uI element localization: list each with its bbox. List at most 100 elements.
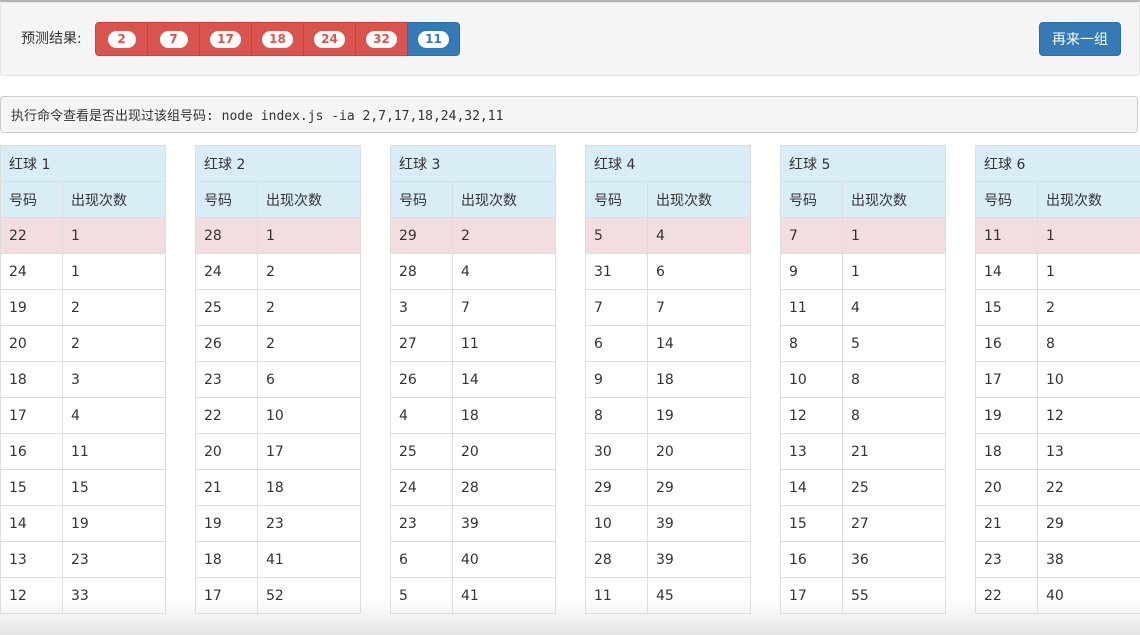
column-header-count: 出现次数 — [646, 181, 752, 218]
table-row: 12 33 — [0, 577, 167, 614]
red-ball-button[interactable]: 32 — [355, 22, 408, 56]
count-cell: 6 — [256, 361, 362, 398]
number-cell: 23 — [390, 505, 453, 542]
table-row: 24 28 — [390, 469, 557, 506]
table-row: 18 13 — [975, 433, 1140, 470]
table-row: 18 3 — [0, 361, 167, 398]
number-cell: 11 — [780, 289, 843, 326]
table-row: 8 19 — [585, 397, 752, 434]
number-cell: 10 — [780, 361, 843, 398]
count-cell: 36 — [841, 541, 947, 578]
count-cell: 39 — [451, 505, 557, 542]
number-cell: 28 — [390, 253, 453, 290]
number-cell: 13 — [0, 541, 63, 578]
table-header-row: 号码 出现次数 — [195, 181, 362, 218]
count-cell: 33 — [61, 577, 167, 614]
red-ball-button[interactable]: 2 — [95, 22, 148, 56]
number-cell: 16 — [0, 433, 63, 470]
number-cell: 24 — [195, 253, 258, 290]
number-cell: 20 — [975, 469, 1038, 506]
number-cell: 5 — [390, 577, 453, 614]
number-cell: 22 — [0, 217, 63, 254]
table-row: 15 27 — [780, 505, 947, 542]
number-cell: 21 — [195, 469, 258, 506]
table-header-row: 号码 出现次数 — [975, 181, 1140, 218]
table-title: 红球 5 — [779, 145, 947, 182]
number-cell: 21 — [975, 505, 1038, 542]
table-row: 11 4 — [780, 289, 947, 326]
count-cell: 2 — [61, 289, 167, 326]
ball-number: 2 — [107, 30, 136, 48]
table-header-row: 号码 出现次数 — [780, 181, 947, 218]
red-ball-table: 红球 4 号码 出现次数 5 4 31 6 7 7 6 14 9 18 8 19 30 20 29 29 10 39 28… — [584, 145, 752, 614]
number-cell: 27 — [390, 325, 453, 362]
number-cell: 16 — [780, 541, 843, 578]
count-cell: 28 — [451, 469, 557, 506]
red-ball-button[interactable]: 18 — [251, 22, 304, 56]
count-cell: 4 — [61, 397, 167, 434]
red-ball-button[interactable]: 17 — [199, 22, 252, 56]
ball-number: 24 — [314, 30, 345, 48]
count-cell: 20 — [646, 433, 752, 470]
table-row: 17 52 — [195, 577, 362, 614]
count-cell: 8 — [1036, 325, 1140, 362]
number-cell: 16 — [975, 325, 1038, 362]
table-row: 15 2 — [975, 289, 1140, 326]
table-row: 17 55 — [780, 577, 947, 614]
number-cell: 25 — [390, 433, 453, 470]
number-cell: 15 — [0, 469, 63, 506]
count-cell: 2 — [61, 325, 167, 362]
number-cell: 29 — [585, 469, 648, 506]
prediction-label: 预测结果: — [21, 31, 82, 47]
table-row: 14 1 — [975, 253, 1140, 290]
red-ball-button[interactable]: 7 — [147, 22, 200, 56]
count-cell: 17 — [256, 433, 362, 470]
number-cell: 6 — [585, 325, 648, 362]
count-cell: 5 — [841, 325, 947, 362]
column-header-number: 号码 — [585, 181, 648, 218]
column-header-number: 号码 — [975, 181, 1038, 218]
table-row: 25 20 — [390, 433, 557, 470]
column-header-number: 号码 — [195, 181, 258, 218]
number-cell: 14 — [0, 505, 63, 542]
table-title-row: 红球 3 — [389, 145, 557, 182]
table-row: 29 29 — [585, 469, 752, 506]
command-text: 执行命令查看是否出现过该组号码: node index.js -ia 2,7,1… — [11, 109, 504, 124]
blue-ball-button[interactable]: 11 — [407, 22, 460, 56]
count-cell: 27 — [841, 505, 947, 542]
count-cell: 45 — [646, 577, 752, 614]
count-cell: 29 — [1036, 505, 1140, 542]
table-row: 23 39 — [390, 505, 557, 542]
count-cell: 20 — [451, 433, 557, 470]
regenerate-button[interactable]: 再来一组 — [1039, 22, 1121, 56]
table-row: 22 10 — [195, 397, 362, 434]
number-cell: 20 — [0, 325, 63, 362]
number-cell: 9 — [780, 253, 843, 290]
number-cell: 8 — [780, 325, 843, 362]
red-ball-table: 红球 6 号码 出现次数 11 1 14 1 15 2 16 8 17 10 19 12 18 13 20 22 21… — [974, 145, 1140, 614]
table-title-row: 红球 4 — [584, 145, 752, 182]
count-cell: 11 — [451, 325, 557, 362]
frequency-table: 红球 1 号码 出现次数 22 1 24 1 19 2 20 2 18 3 17 4 16 11 15 15 14 19… — [0, 145, 167, 614]
table-row: 4 18 — [390, 397, 557, 434]
table-row: 19 12 — [975, 397, 1140, 434]
red-ball-button[interactable]: 24 — [303, 22, 356, 56]
column-header-count: 出现次数 — [1036, 181, 1140, 218]
number-cell: 26 — [195, 325, 258, 362]
red-ball-table: 红球 3 号码 出现次数 29 2 28 4 3 7 27 11 26 14 4 18 25 20 24 28 23 3… — [389, 145, 557, 614]
table-row: 20 2 — [0, 325, 167, 362]
table-row: 20 22 — [975, 469, 1140, 506]
table-row: 23 38 — [975, 541, 1140, 578]
column-header-number: 号码 — [0, 181, 63, 218]
table-title: 红球 6 — [974, 145, 1140, 182]
number-cell: 18 — [975, 433, 1038, 470]
table-row: 29 2 — [390, 217, 557, 254]
table-row: 11 45 — [585, 577, 752, 614]
frequency-table: 红球 3 号码 出现次数 29 2 28 4 3 7 27 11 26 14 4 18 25 20 24 28 23 3… — [389, 145, 557, 614]
table-title: 红球 2 — [194, 145, 362, 182]
number-cell: 12 — [0, 577, 63, 614]
table-header-row: 号码 出现次数 — [390, 181, 557, 218]
table-title-row: 红球 6 — [974, 145, 1140, 182]
count-cell: 1 — [256, 217, 362, 254]
table-row: 16 11 — [0, 433, 167, 470]
